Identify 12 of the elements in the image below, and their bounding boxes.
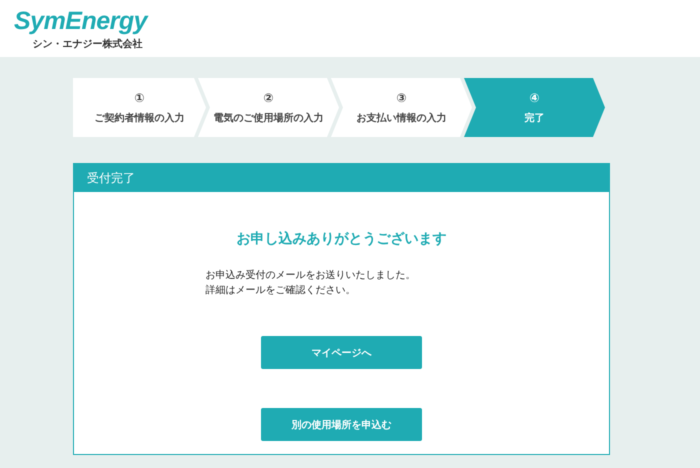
card-title: 受付完了 (87, 170, 135, 186)
thank-you-heading: お申し込みありがとうございます (236, 230, 446, 248)
progress-step: ① ご契約者情報の入力 (73, 78, 206, 137)
progress-step: ② 電気のご使用場所の入力 (198, 78, 339, 137)
company-name: シン・エナジー株式会社 (32, 38, 143, 51)
logo[interactable]: SymEnergy (14, 8, 148, 34)
message-text: 詳細はメールをご確認ください。 (206, 284, 356, 298)
action-button[interactable]: 別の使用場所を申込む (261, 408, 422, 441)
message-text: お申込み受付のメールをお送りいたしました。 (206, 268, 416, 283)
progress-step: ④ 完了 (464, 78, 605, 137)
progress-step: ③ お支払い情報の入力 (331, 78, 472, 137)
action-button[interactable]: マイページへ (261, 336, 422, 369)
